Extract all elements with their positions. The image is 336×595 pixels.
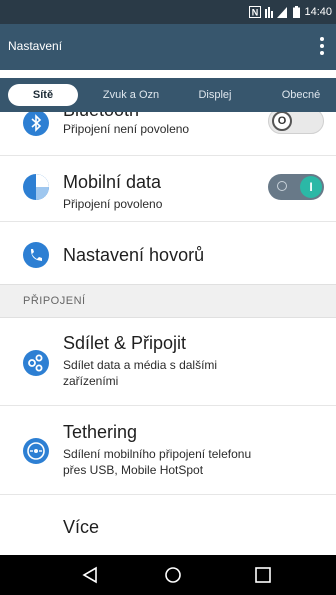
recents-icon[interactable] xyxy=(248,563,278,587)
home-icon[interactable] xyxy=(158,563,188,587)
mobile-data-subtitle: Připojení povoleno xyxy=(63,197,163,211)
toggle-off-mark xyxy=(277,181,287,191)
back-icon[interactable] xyxy=(75,563,105,587)
section-header: PŘIPOJENÍ xyxy=(0,284,336,318)
tethering-icon xyxy=(23,438,49,464)
tethering-title: Tethering xyxy=(63,422,138,442)
share-connect-row[interactable]: Sdílet & Připojit Sdílet data a média s … xyxy=(0,318,336,405)
battery-icon xyxy=(293,6,301,18)
mobile-data-row[interactable]: Mobilní data Připojení povoleno I xyxy=(0,156,336,218)
tab-obecne[interactable]: Obecné xyxy=(272,84,330,106)
more-title: Více xyxy=(63,517,100,537)
tethering-row[interactable]: Tethering Sdílení mobilního připojení te… xyxy=(0,406,336,494)
bluetooth-toggle[interactable]: O xyxy=(268,112,324,134)
svg-text:N: N xyxy=(252,8,259,18)
status-bar: N 14:40 xyxy=(0,0,336,24)
signal-icon xyxy=(265,6,289,18)
tab-site[interactable]: Sítě xyxy=(8,84,78,106)
bluetooth-row[interactable]: Bluetooth Připojení není povoleno O xyxy=(0,112,336,148)
mobile-data-icon xyxy=(23,174,49,200)
toggle-knob-off: O xyxy=(272,112,292,131)
mobile-data-title: Mobilní data xyxy=(63,172,162,192)
tethering-subtitle-line2: přes USB, Mobile HotSpot xyxy=(63,463,204,477)
mobile-data-toggle[interactable]: I xyxy=(268,174,324,200)
share-connect-subtitle-line1: Sdílet data a média s dalšími xyxy=(63,358,218,372)
status-time: 14:40 xyxy=(304,6,332,18)
bluetooth-subtitle: Připojení není povoleno xyxy=(63,122,190,136)
tab-zvuk[interactable]: Zvuk a Ozn xyxy=(96,84,166,106)
call-settings-title: Nastavení hovorů xyxy=(63,245,205,265)
navigation-bar xyxy=(0,555,336,595)
nfc-icon: N xyxy=(249,6,262,18)
share-connect-title: Sdílet & Připojit xyxy=(63,333,187,353)
share-connect-subtitle-line2: zařízeními xyxy=(63,374,119,388)
overflow-menu-icon[interactable] xyxy=(314,34,330,58)
tab-displej[interactable]: Displej xyxy=(190,84,240,106)
tethering-subtitle-line1: Sdílení mobilního připojení telefonu xyxy=(63,447,252,461)
bluetooth-icon xyxy=(23,112,49,136)
share-connect-icon xyxy=(23,350,49,376)
app-bar: Nastavení xyxy=(0,24,336,70)
tab-bar: Sítě Zvuk a Ozn Displej Obecné xyxy=(0,78,336,112)
toggle-knob-on: I xyxy=(300,176,322,198)
more-row[interactable]: Více xyxy=(0,495,336,555)
phone-icon xyxy=(23,242,49,268)
bluetooth-title: Bluetooth xyxy=(63,112,139,121)
app-title: Nastavení xyxy=(8,39,63,53)
call-settings-row[interactable]: Nastavení hovorů xyxy=(0,222,336,284)
section-header-label: PŘIPOJENÍ xyxy=(23,295,86,307)
